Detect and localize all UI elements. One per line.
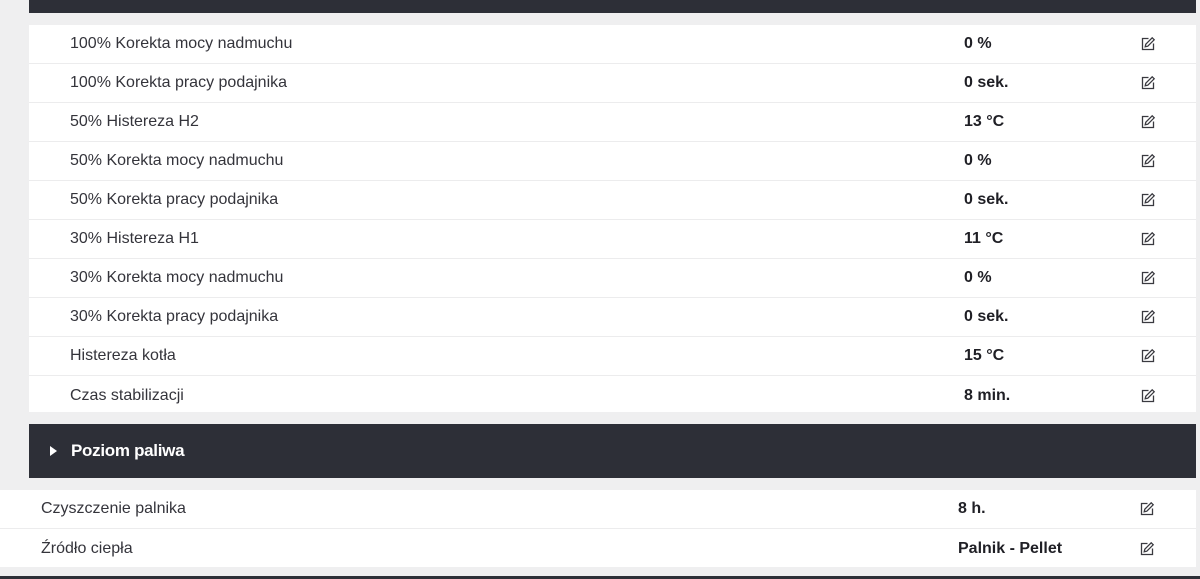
edit-icon[interactable] — [1139, 230, 1157, 248]
settings-row: Czyszczenie palnika 8 h. — [0, 490, 1196, 529]
settings-row: 30% Korekta mocy nadmuchu 0 % — [29, 259, 1196, 298]
setting-label: Czas stabilizacji — [70, 386, 184, 404]
edit-icon[interactable] — [1139, 152, 1157, 170]
setting-label: 50% Korekta mocy nadmuchu — [70, 152, 284, 169]
settings-panel: 100% Korekta mocy nadmuchu 0 % 100% Kore… — [29, 25, 1196, 412]
edit-icon[interactable] — [1139, 308, 1157, 326]
settings-row: 100% Korekta mocy nadmuchu 0 % — [29, 25, 1196, 64]
settings-row: Histereza kotła 15 °C — [29, 337, 1196, 376]
edit-icon[interactable] — [1139, 347, 1157, 365]
settings-row: 50% Histereza H2 13 °C — [29, 103, 1196, 142]
setting-label: Źródło ciepła — [41, 539, 133, 557]
setting-value: 0 sek. — [964, 74, 1009, 91]
setting-value: 11 °C — [964, 230, 1004, 247]
setting-value: 8 min. — [964, 386, 1011, 404]
edit-icon[interactable] — [1139, 387, 1157, 405]
setting-value: Palnik - Pellet — [958, 539, 1063, 557]
edit-icon[interactable] — [1139, 113, 1157, 131]
setting-value: 0 sek. — [964, 191, 1009, 208]
edit-icon[interactable] — [1139, 191, 1157, 209]
settings-row: 50% Korekta pracy podajnika 0 sek. — [29, 181, 1196, 220]
settings-row: Źródło ciepła Palnik - Pellet — [0, 529, 1196, 568]
setting-label: 30% Histereza H1 — [70, 230, 199, 247]
setting-value: 8 h. — [958, 500, 986, 517]
setting-label: 50% Korekta pracy podajnika — [70, 191, 279, 208]
edit-icon[interactable] — [1139, 35, 1157, 53]
outer-settings-list: Czyszczenie palnika 8 h. Źródło ciepła P… — [0, 490, 1196, 567]
setting-value: 13 °C — [964, 113, 1005, 130]
setting-value: 0 % — [964, 269, 992, 286]
setting-value: 0 % — [964, 35, 992, 52]
settings-row: 50% Korekta mocy nadmuchu 0 % — [29, 142, 1196, 181]
section-header-fuel-level[interactable]: Poziom paliwa — [29, 424, 1196, 478]
edit-icon[interactable] — [1139, 74, 1157, 92]
section-header-previous[interactable] — [29, 0, 1196, 13]
setting-label: 100% Korekta pracy podajnika — [70, 74, 288, 91]
setting-label: Histereza kotła — [70, 347, 176, 364]
settings-row: Czas stabilizacji 8 min. — [29, 376, 1196, 415]
edit-icon[interactable] — [1138, 500, 1156, 518]
setting-label: 100% Korekta mocy nadmuchu — [70, 35, 293, 52]
setting-label: 30% Korekta pracy podajnika — [70, 308, 279, 325]
setting-value: 0 sek. — [964, 308, 1009, 325]
settings-row: 30% Histereza H1 11 °C — [29, 220, 1196, 259]
setting-value: 0 % — [964, 152, 992, 169]
settings-row: 100% Korekta pracy podajnika 0 sek. — [29, 64, 1196, 103]
setting-label: Czyszczenie palnika — [41, 500, 186, 517]
section-title: Poziom paliwa — [71, 441, 185, 460]
settings-page: 100% Korekta mocy nadmuchu 0 % 100% Kore… — [0, 0, 1200, 579]
setting-label: 30% Korekta mocy nadmuchu — [70, 269, 284, 286]
setting-value: 15 °C — [964, 347, 1005, 364]
edit-icon[interactable] — [1139, 269, 1157, 287]
settings-row: 30% Korekta pracy podajnika 0 sek. — [29, 298, 1196, 337]
setting-label: 50% Histereza H2 — [70, 113, 199, 130]
edit-icon[interactable] — [1138, 540, 1156, 558]
caret-right-icon — [50, 446, 57, 456]
